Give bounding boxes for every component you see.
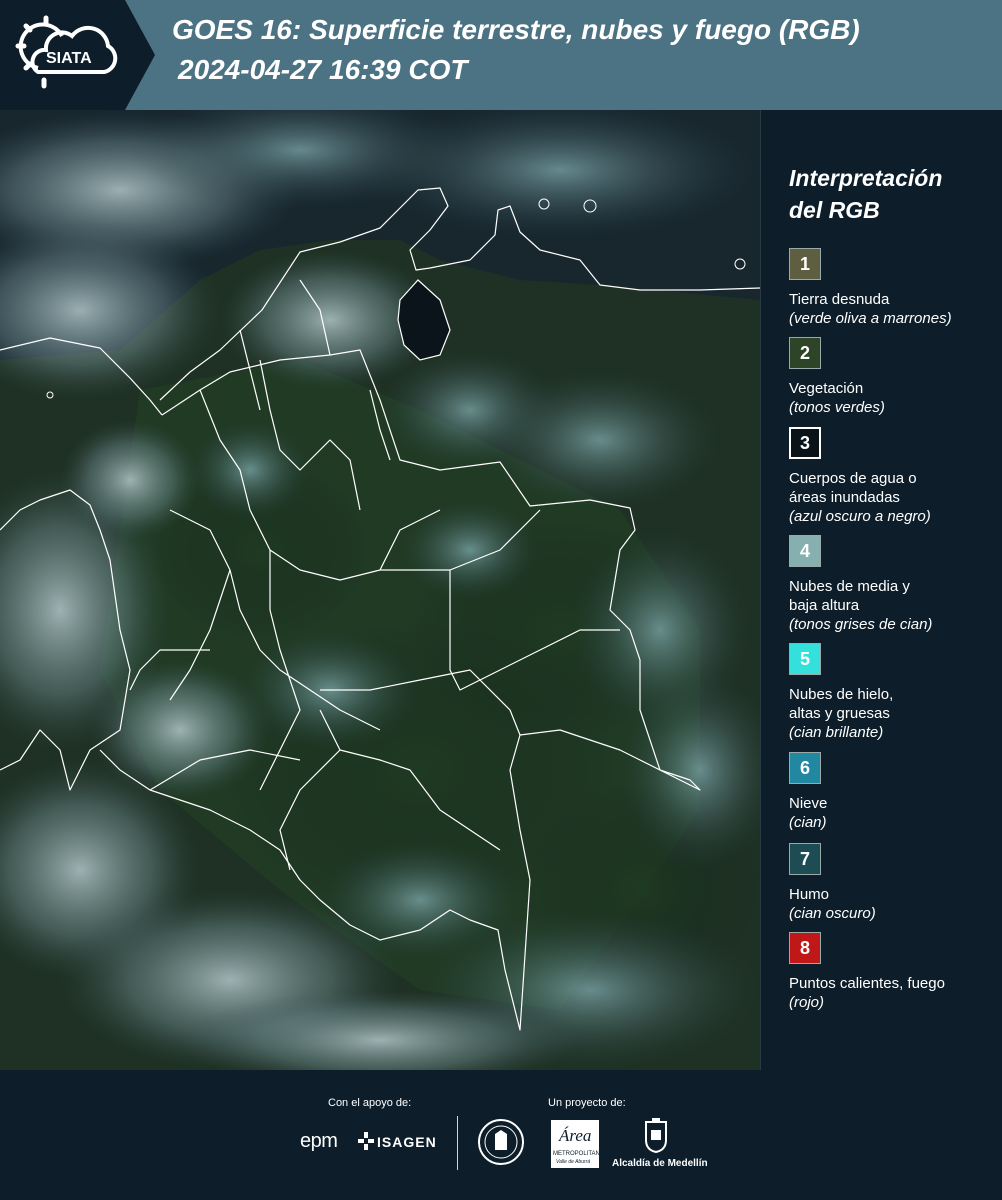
- legend-desc-1: (verde oliva a marrones): [789, 310, 952, 327]
- legend-item-7: 7 Humo (cian oscuro): [789, 843, 994, 923]
- legend-label-4: Nubes de media y baja altura: [789, 578, 910, 614]
- legend-title-line1: Interpretación: [789, 165, 943, 191]
- legend-swatch-7: 7: [789, 843, 821, 875]
- legend-item-6: 6 Nieve (cian): [789, 752, 994, 832]
- legend-swatch-6: 6: [789, 752, 821, 784]
- footer-divider: [457, 1116, 458, 1170]
- legend-number-5: 5: [799, 648, 810, 669]
- legend-label-5: Nubes de hielo, altas y gruesas: [789, 686, 894, 722]
- legend-swatch-5: 5: [789, 643, 821, 675]
- legend-number-4: 4: [799, 540, 810, 561]
- legend-desc-7: (cian oscuro): [789, 905, 876, 922]
- legend-swatch-8: 8: [789, 932, 821, 964]
- medellin-crest-icon: [645, 1118, 667, 1154]
- alcaldia-logo: Alcaldía de Medellín: [612, 1158, 708, 1169]
- legend-number-1: 1: [799, 253, 810, 274]
- legend-label-2: Vegetación: [789, 380, 864, 397]
- legend-label-8: Puntos calientes, fuego: [789, 975, 945, 992]
- legend-label-6: Nieve: [789, 795, 828, 812]
- legend-swatch-2: 2: [789, 337, 821, 369]
- sun-cloud-icon: SIATA: [15, 15, 118, 89]
- area-metropolitana-logo: Área METROPOLITANA Valle de Aburrá: [551, 1120, 604, 1168]
- legend-label-1: Tierra desnuda: [789, 291, 890, 308]
- legend-desc-6: (cian): [789, 814, 827, 831]
- page-title: GOES 16: Superficie terrestre, nubes y f…: [172, 14, 860, 45]
- legend-item-2: 2 Vegetación (tonos verdes): [789, 337, 994, 417]
- legend-title: Interpretación del RGB: [789, 162, 942, 226]
- legend-item-3: 3 Cuerpos de agua o áreas inundadas (azu…: [789, 427, 994, 526]
- legend-number-3: 3: [799, 432, 810, 453]
- siata-logo: SIATA: [0, 0, 160, 110]
- legend-desc-2: (tonos verdes): [789, 399, 885, 416]
- legend-title-line2: del RGB: [789, 197, 880, 223]
- legend-swatch-1: 1: [789, 248, 821, 280]
- legend-number-8: 8: [799, 937, 810, 958]
- university-seal-icon: [478, 1119, 524, 1165]
- timestamp: 2024-04-27 16:39 COT: [178, 54, 468, 85]
- legend-desc-4: (tonos grises de cian): [789, 616, 933, 633]
- support-label: Con el apoyo de:: [328, 1097, 412, 1109]
- legend-number-6: 6: [799, 757, 810, 778]
- legend-panel: Interpretación del RGB 1 Tierra desnuda …: [760, 110, 1002, 1070]
- satellite-map: [0, 110, 760, 1070]
- legend-item-8: 8 Puntos calientes, fuego (rojo): [789, 932, 994, 1012]
- rgb-composite-image: [0, 110, 760, 1070]
- legend-number-7: 7: [799, 848, 810, 869]
- isagen-icon: [358, 1132, 374, 1150]
- epm-logo: epm: [300, 1130, 338, 1152]
- legend-label-3: Cuerpos de agua o áreas inundadas: [789, 470, 917, 506]
- header: SIATA GOES 16: Superficie terrestre, nub…: [0, 0, 1002, 110]
- footer: Con el apoyo de: Un proyecto de: epm ISA…: [0, 1070, 1002, 1200]
- project-label: Un proyecto de:: [548, 1097, 626, 1109]
- area-logo-sub1: METROPOLITANA: [553, 1151, 604, 1157]
- legend-label-7: Humo: [789, 886, 830, 903]
- legend-swatch-4: 4: [789, 535, 821, 567]
- logo-text: SIATA: [46, 50, 92, 67]
- legend-item-1: 1 Tierra desnuda (verde oliva a marrones…: [789, 248, 994, 328]
- legend-item-5: 5 Nubes de hielo, altas y gruesas (cian …: [789, 643, 994, 742]
- legend-swatch-3: 3: [789, 427, 821, 459]
- area-logo-name: Área: [559, 1126, 592, 1145]
- legend-desc-5: (cian brillante): [789, 724, 884, 741]
- isagen-logo: ISAGEN: [377, 1134, 437, 1150]
- legend-desc-8: (rojo): [789, 994, 825, 1011]
- legend-desc-3: (azul oscuro a negro): [789, 508, 931, 525]
- legend-item-4: 4 Nubes de media y baja altura (tonos gr…: [789, 535, 994, 634]
- area-logo-sub2: Valle de Aburrá: [556, 1159, 591, 1165]
- legend-number-2: 2: [799, 342, 810, 363]
